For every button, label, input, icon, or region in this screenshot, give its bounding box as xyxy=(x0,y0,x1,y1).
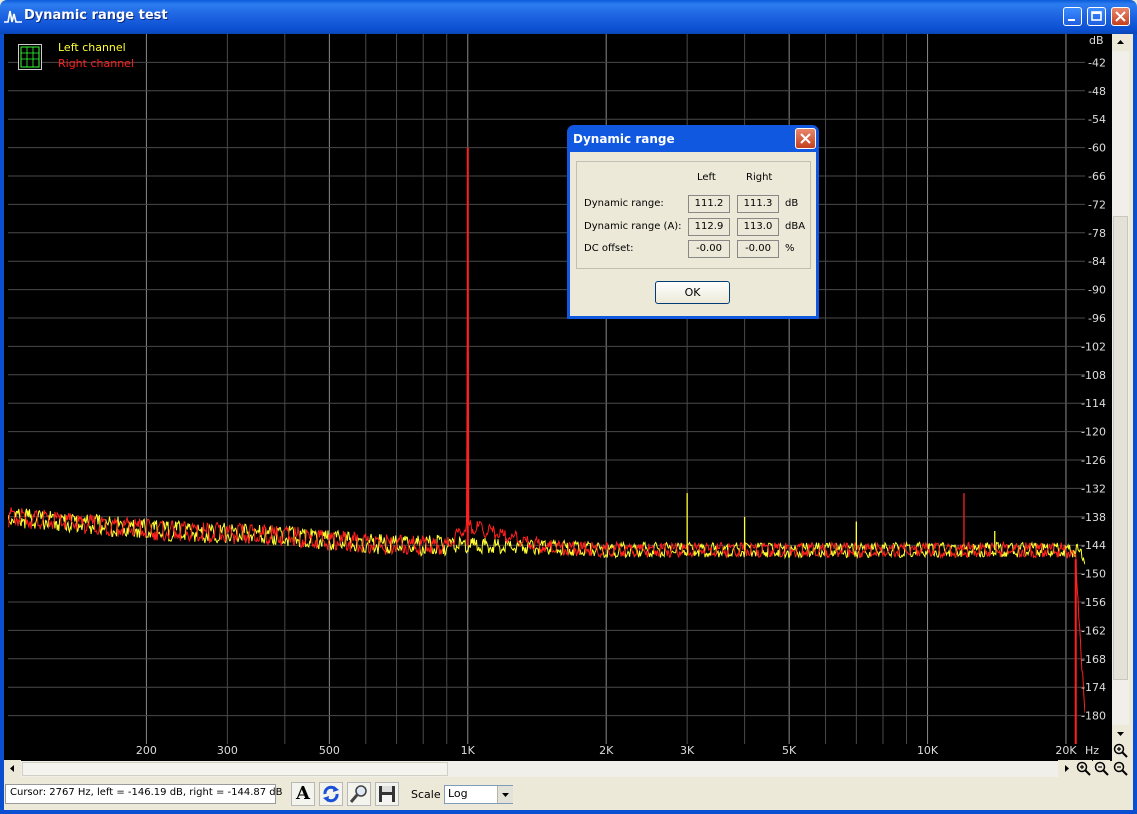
unit-label: % xyxy=(785,243,795,254)
left-value: 112.9 xyxy=(688,218,730,236)
y-tick-label: -126 xyxy=(1081,454,1106,467)
chart-settings-icon[interactable] xyxy=(18,44,42,70)
y-tick-label: -132 xyxy=(1081,482,1106,495)
unit-label: dB xyxy=(785,198,799,209)
zoom-out-icon xyxy=(1113,761,1128,776)
row-label: Dynamic range (A): xyxy=(584,221,682,232)
close-button[interactable] xyxy=(1111,7,1130,26)
y-tick-label: -96 xyxy=(1088,312,1106,325)
window-frame-bottom xyxy=(0,810,1137,814)
zoom-in-y-button[interactable] xyxy=(1112,742,1129,759)
y-tick-label: -162 xyxy=(1081,624,1106,637)
zoom-out-x-button[interactable] xyxy=(1093,760,1110,777)
x-tick-label: 20K xyxy=(1055,744,1077,757)
row-label: DC offset: xyxy=(584,243,634,254)
arrow-left-icon xyxy=(10,765,14,772)
refresh-icon xyxy=(323,785,339,803)
column-header-left: Left xyxy=(697,172,716,183)
y-tick-label: -120 xyxy=(1081,426,1106,439)
y-tick-label: -42 xyxy=(1088,56,1106,69)
y-tick-label: -48 xyxy=(1088,85,1106,98)
arrow-up-icon xyxy=(1117,40,1124,44)
y-axis-unit: dB xyxy=(1089,34,1104,47)
refresh-button[interactable] xyxy=(319,782,343,806)
y-tick-label: -66 xyxy=(1088,170,1106,183)
x-tick-label: 1K xyxy=(461,744,476,757)
y-tick-label: -168 xyxy=(1081,653,1106,666)
cursor-readout: Cursor: 2767 Hz, left = -146.19 dB, righ… xyxy=(5,784,283,804)
right-value: 111.3 xyxy=(737,195,779,213)
zoom-in-icon xyxy=(1076,761,1091,776)
y-tick-label: -114 xyxy=(1081,397,1106,410)
y-tick-label: -180 xyxy=(1081,710,1106,723)
zoom-out-y-button[interactable] xyxy=(1112,760,1129,777)
x-tick-label: 200 xyxy=(136,744,157,757)
unit-label: dBA xyxy=(785,221,806,232)
vertical-scroll-thumb[interactable] xyxy=(1113,216,1128,680)
x-axis-unit: Hz xyxy=(1085,744,1099,757)
dialog-title: Dynamic range xyxy=(573,132,675,146)
scroll-up-button[interactable] xyxy=(1112,34,1129,51)
y-tick-label: -108 xyxy=(1081,369,1106,382)
right-value: 113.0 xyxy=(737,218,779,236)
x-tick-label: 3K xyxy=(680,744,695,757)
x-tick-label: 300 xyxy=(217,744,238,757)
scale-label: Scale xyxy=(411,788,441,801)
title-bar[interactable] xyxy=(0,0,1137,34)
app-icon xyxy=(4,10,22,23)
x-tick-label: 5K xyxy=(782,744,797,757)
magnifier-icon xyxy=(349,785,367,803)
y-tick-label: -102 xyxy=(1081,340,1106,353)
window-title: Dynamic range test xyxy=(24,8,168,23)
save-button[interactable] xyxy=(375,782,399,806)
close-icon xyxy=(800,133,811,144)
legend-left-channel: Left channel xyxy=(58,41,126,54)
left-value: 111.2 xyxy=(688,195,730,213)
minimize-icon xyxy=(1068,19,1075,21)
zoom-tool-button[interactable] xyxy=(347,782,371,806)
floppy-disk-icon xyxy=(379,786,395,802)
scroll-left-button[interactable] xyxy=(4,760,21,777)
scroll-right-button[interactable] xyxy=(1058,760,1075,777)
x-tick-label: 500 xyxy=(319,744,340,757)
scroll-down-button[interactable] xyxy=(1112,725,1129,742)
legend-right-channel: Right channel xyxy=(58,57,134,70)
y-tick-label: -150 xyxy=(1081,568,1106,581)
y-tick-label: -84 xyxy=(1088,255,1106,268)
y-tick-label: -174 xyxy=(1081,681,1106,694)
y-tick-label: -54 xyxy=(1088,113,1106,126)
arrow-right-icon xyxy=(1065,765,1069,772)
y-tick-label: -78 xyxy=(1088,227,1106,240)
y-tick-label: -90 xyxy=(1088,284,1106,297)
row-label: Dynamic range: xyxy=(584,198,664,209)
left-value: -0.00 xyxy=(688,240,730,258)
grid-icon xyxy=(20,46,40,68)
y-tick-label: -72 xyxy=(1088,198,1106,211)
zoom-in-x-button[interactable] xyxy=(1075,760,1092,777)
column-header-right: Right xyxy=(746,172,773,183)
maximize-button[interactable] xyxy=(1087,7,1106,26)
maximize-icon xyxy=(1091,11,1102,21)
arrow-down-icon xyxy=(1117,732,1124,736)
y-tick-label: -138 xyxy=(1081,511,1106,524)
minimize-button[interactable] xyxy=(1063,7,1082,26)
right-value: -0.00 xyxy=(737,240,779,258)
x-tick-label: 2K xyxy=(599,744,614,757)
text-icon: A xyxy=(296,783,310,804)
y-tick-label: -144 xyxy=(1081,539,1106,552)
text-annotation-button[interactable]: A xyxy=(291,782,315,806)
close-icon xyxy=(1115,11,1126,22)
y-tick-label: -156 xyxy=(1081,596,1106,609)
scale-dropdown-button[interactable] xyxy=(497,786,513,803)
dialog-close-button[interactable] xyxy=(795,128,816,149)
y-tick-label: -60 xyxy=(1088,142,1106,155)
x-tick-label: 10K xyxy=(917,744,939,757)
zoom-out-icon xyxy=(1094,761,1109,776)
horizontal-scroll-thumb[interactable] xyxy=(22,762,448,776)
chevron-down-icon xyxy=(502,793,509,797)
zoom-in-icon xyxy=(1113,743,1128,758)
ok-button[interactable]: OK xyxy=(655,281,730,304)
